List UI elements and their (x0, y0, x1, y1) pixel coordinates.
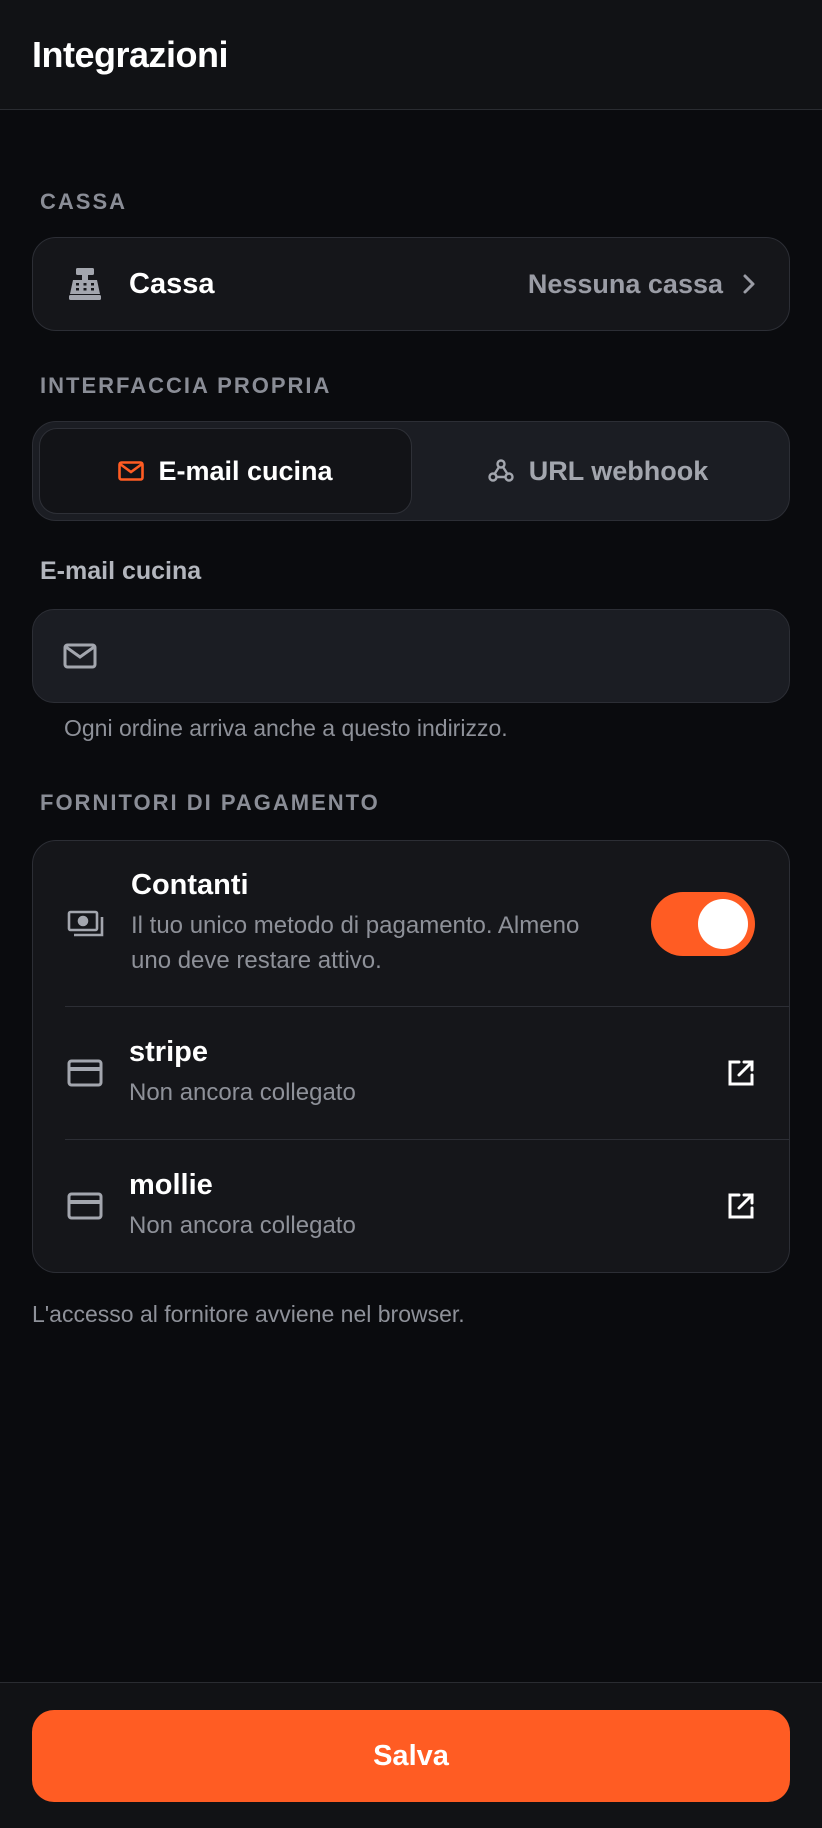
chevron-right-icon (741, 272, 757, 296)
credit-card-icon (67, 1192, 103, 1220)
provider-text: stripe Non ancora collegato (129, 1036, 727, 1110)
email-field-label: E-mail cucina (40, 557, 202, 585)
external-link-icon[interactable] (727, 1192, 755, 1220)
provider-subtitle: Non ancora collegato (129, 1212, 356, 1239)
webhook-icon (487, 458, 515, 484)
contanti-toggle[interactable] (651, 891, 755, 956)
payment-providers-card: Contanti Il tuo unico metodo di pagament… (32, 840, 790, 1273)
credit-card-icon (67, 1059, 103, 1087)
email-hint: Ogni ordine arriva anche a questo indiri… (64, 715, 508, 741)
cash-icon (67, 909, 105, 939)
interface-segmented-control: E-mail cucina URL webhook (32, 421, 790, 521)
cassa-row[interactable]: Cassa Nessuna cassa (32, 237, 790, 331)
cassa-row-title: Cassa (129, 267, 215, 300)
provider-row-stripe[interactable]: stripe Non ancora collegato (33, 1007, 789, 1139)
mail-icon (118, 461, 145, 481)
provider-text: Contanti Il tuo unico metodo di pagament… (131, 869, 651, 978)
section-label-cassa: CASSA (40, 189, 128, 214)
bottom-action-bar: Salva (0, 1682, 822, 1828)
tab-email-cucina-label: E-mail cucina (158, 455, 333, 486)
toggle-knob (698, 898, 748, 949)
app-header: Integrazioni (0, 0, 822, 110)
cassa-row-value: Nessuna cassa (527, 268, 723, 299)
main-content: CASSA Cassa Nessuna cassa INTERFACCIA PR… (0, 189, 822, 1328)
provider-subtitle: Il tuo unico metodo di pagamento. Almeno… (131, 912, 580, 974)
section-label-payments: FORNITORI DI PAGAMENTO (40, 790, 380, 815)
email-field[interactable] (32, 609, 790, 703)
section-label-interface: INTERFACCIA PROPRIA (40, 373, 332, 398)
tab-url-webhook-label: URL webhook (528, 455, 709, 486)
mail-icon (63, 643, 97, 669)
provider-row-contanti: Contanti Il tuo unico metodo di pagament… (33, 841, 789, 1006)
payments-note: L'accesso al fornitore avviene nel brows… (32, 1301, 465, 1327)
cash-register-icon (67, 267, 103, 301)
provider-text: mollie Non ancora collegato (129, 1169, 727, 1243)
tab-email-cucina[interactable]: E-mail cucina (39, 428, 412, 514)
save-button[interactable]: Salva (32, 1710, 790, 1802)
provider-name: mollie (129, 1169, 213, 1201)
provider-name: stripe (129, 1036, 208, 1068)
provider-subtitle: Non ancora collegato (129, 1079, 356, 1106)
provider-name: Contanti (131, 869, 249, 901)
tab-url-webhook[interactable]: URL webhook (412, 428, 783, 514)
page-title: Integrazioni (32, 33, 229, 75)
provider-row-mollie[interactable]: mollie Non ancora collegato (33, 1140, 789, 1272)
email-input[interactable] (119, 639, 759, 673)
external-link-icon[interactable] (727, 1059, 755, 1087)
